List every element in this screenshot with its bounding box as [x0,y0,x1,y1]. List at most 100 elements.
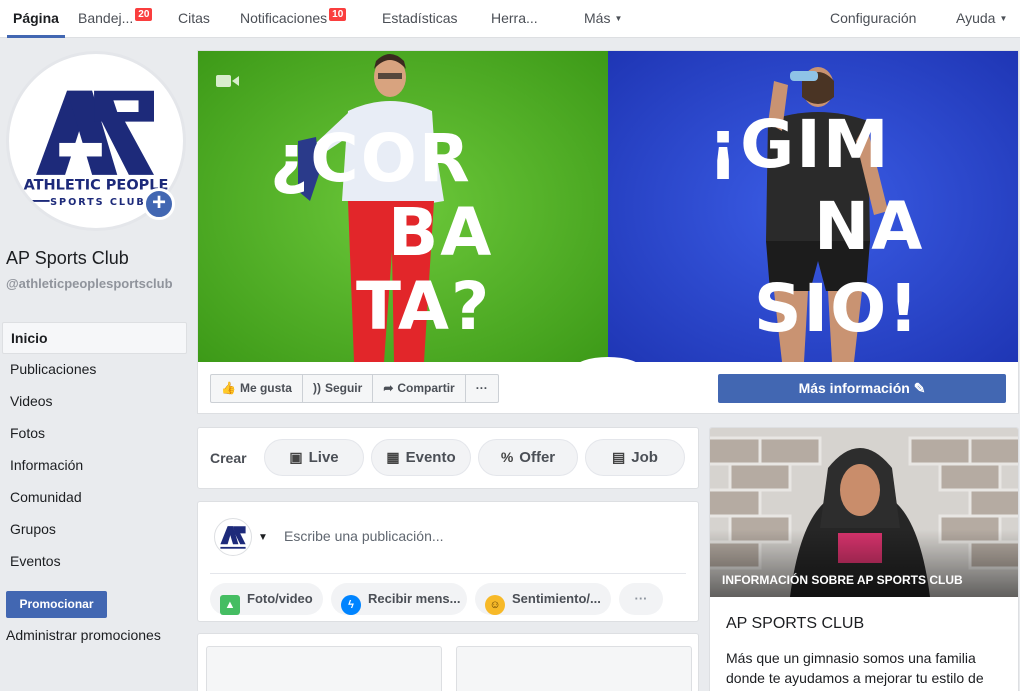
manage-promotions-link[interactable]: Administrar promociones [6,627,161,643]
tab-help[interactable]: Ayuda ▼ [956,0,1007,38]
briefcase-icon: ▤ [612,449,626,465]
create-live-button[interactable]: ▣ Live [264,439,364,476]
messenger-icon: ϟ [341,595,361,615]
cover-photo[interactable]: ¿COR BA TA? ¡GIM NA SIO! [198,51,1018,362]
top-navigation: Página Bandej... 20 Citas Notificaciones 1… [0,0,1020,38]
feeling-button[interactable]: ☺ Sentimiento/... [475,583,611,615]
tab-more[interactable]: Más ▼ [584,0,622,38]
about-photo[interactable]: INFORMACIÓN SOBRE AP SPORTS CLUB [710,428,1018,597]
feeling-label: Sentimiento/... [512,591,601,606]
post-input[interactable]: Escribe una publicación... [284,528,444,544]
share-arrow-icon: ➦ [383,381,394,395]
feed-card [197,633,699,691]
create-job-label: Job [631,449,658,466]
photo-shade [710,428,1018,597]
like-label: Me gusta [239,381,292,395]
caret-down-icon: ▼ [614,14,623,23]
cover-text-left-line1: ¿COR [270,120,472,197]
more-info-label: Más información [798,380,910,396]
pencil-icon: ✎ [913,380,926,396]
cover-text-right-line2: NA [814,188,925,265]
create-live-label: Live [308,449,339,466]
cover-text-left-line3: TA? [356,268,492,345]
about-description: Más que un gimnasio somos una familia do… [726,650,984,691]
tab-label: Ayuda [956,10,996,26]
leftnav-item-eventos[interactable]: Eventos [2,546,187,578]
photo-video-label: Foto/video [247,591,313,606]
more-post-options-button[interactable]: ··· [619,583,663,615]
create-label: Crear [210,450,247,466]
video-camera-icon[interactable] [216,73,240,89]
divider [210,573,686,574]
tab-label: Bandej... [78,10,134,26]
tab-label: Notificaciones [240,10,328,26]
rss-icon: )) [312,381,321,395]
leftnav-item-publicaciones[interactable]: Publicaciones [2,354,187,386]
tab-citas[interactable]: Citas [178,0,210,38]
follow-label: Seguir [324,381,363,395]
ap-logo-small [220,526,246,549]
caret-down-icon[interactable]: ▼ [258,532,268,543]
create-offer-label: Offer [519,449,556,466]
notifications-count-badge: 10 [329,8,347,21]
leftnav-item-grupos[interactable]: Grupos [2,514,187,546]
tab-label: Página [13,10,59,26]
get-messages-label: Recibir mens... [368,591,461,606]
logo-text-sub: SPORTS CLUB [50,197,146,208]
create-card: Crear ▣ Live ▦ Evento % Offer ▤ Job [197,427,699,489]
leftnav-item-fotos[interactable]: Fotos [2,418,187,450]
more-actions-button[interactable]: ··· [466,375,498,402]
share-button[interactable]: ➦ Compartir [373,375,466,402]
about-title: AP SPORTS CLUB [726,615,865,632]
inbox-count-badge: 20 [135,8,153,21]
tab-label: Herra... [491,10,538,26]
page-action-bar: 👍 Me gusta )) Seguir ➦ Compartir ··· [210,374,499,403]
create-event-button[interactable]: ▦ Evento [371,439,471,476]
add-photo-plus-icon[interactable]: + [143,188,175,220]
tab-label: Más [584,10,611,26]
ellipsis-icon: ··· [475,381,488,395]
feed-item-placeholder [206,646,442,691]
follow-button[interactable]: )) Seguir [303,375,374,402]
tab-notifications[interactable]: Notificaciones 10 [240,0,347,38]
photo-icon: ▲ [220,595,240,615]
caret-down-icon: ▼ [999,14,1008,23]
leftnav-item-comunidad[interactable]: Comunidad [2,482,187,514]
photo-video-button[interactable]: ▲ Foto/video [210,583,323,615]
page-name: AP Sports Club [6,248,129,268]
ellipsis-icon: ··· [634,591,648,606]
leftnav-item-informacion[interactable]: Información [2,450,187,482]
more-info-button[interactable]: Más información ✎ [718,374,1006,403]
percent-tag-icon: % [500,449,514,465]
post-composer: ▼ Escribe una publicación... ▲ Foto/video… [197,501,699,622]
share-label: Compartir [397,381,455,395]
tab-settings[interactable]: Configuración [830,0,916,38]
about-overlay-title: INFORMACIÓN SOBRE AP SPORTS CLUB [722,573,963,587]
about-card: INFORMACIÓN SOBRE AP SPORTS CLUB AP SPOR… [709,427,1019,691]
leftnav-item-videos[interactable]: Videos [2,386,187,418]
left-navigation: Inicio Publicaciones Videos Fotos Inform… [2,322,187,578]
tab-inbox[interactable]: Bandej... 20 [78,0,153,38]
leftnav-item-inicio[interactable]: Inicio [2,322,187,354]
like-button[interactable]: 👍 Me gusta [211,375,303,402]
feed-item-placeholder [456,646,692,691]
cover-text-right-line1: ¡GIM [708,106,891,183]
get-messages-button[interactable]: ϟ Recibir mens... [331,583,467,615]
cover-text-right-line3: SIO! [754,270,921,347]
tab-pagina[interactable]: Página [7,0,65,38]
avatar[interactable] [214,518,252,556]
create-event-label: Evento [405,449,456,466]
create-job-button[interactable]: ▤ Job [585,439,685,476]
tab-statistics[interactable]: Estadísticas [382,0,457,38]
create-offer-button[interactable]: % Offer [478,439,578,476]
cover-card: ¿COR BA TA? ¡GIM NA SIO! 👍 Me gusta )) Seg… [197,50,1019,414]
promote-button[interactable]: Promocionar [6,591,107,618]
cover-text-left-line2: BA [388,194,494,271]
tab-label: Estadísticas [382,10,458,26]
live-camera-icon: ▣ [289,449,303,465]
logo-text-main: ATHLETIC PEOPLE [24,177,169,193]
page-handle[interactable]: @athleticpeoplesportsclub [6,276,186,291]
calendar-icon: ▦ [386,449,400,465]
tab-tools[interactable]: Herra... [491,0,538,38]
smiley-icon: ☺ [485,595,505,615]
